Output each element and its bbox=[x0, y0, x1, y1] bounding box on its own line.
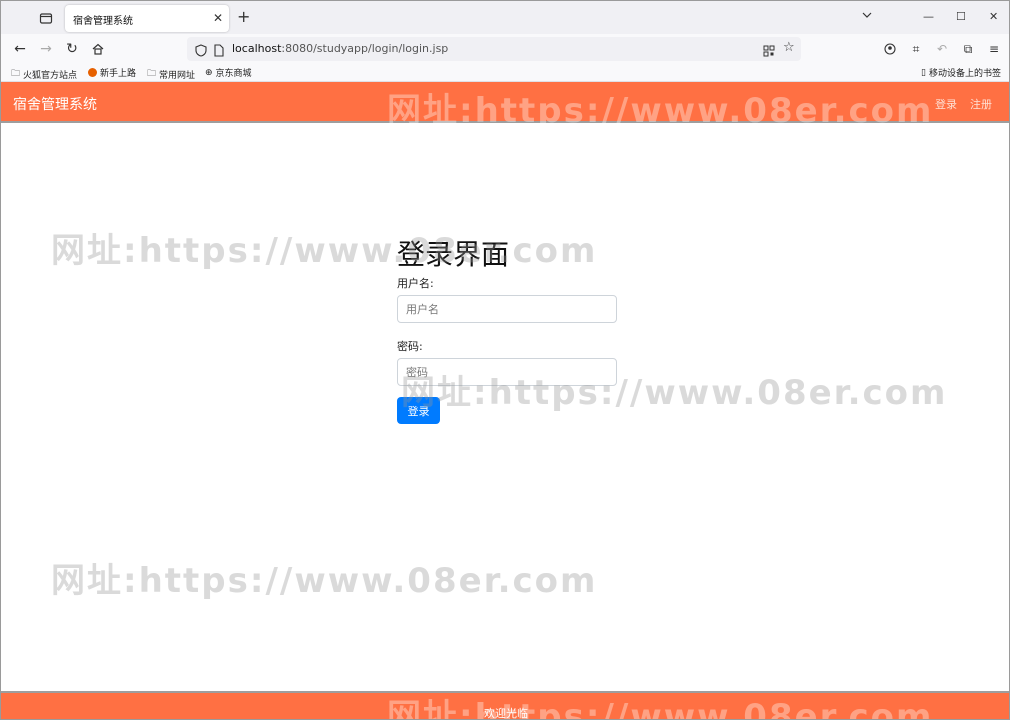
maximize-icon[interactable]: ☐ bbox=[956, 9, 966, 25]
shield-icon[interactable] bbox=[195, 42, 207, 61]
reload-icon[interactable]: ↻ bbox=[63, 40, 81, 58]
username-label: 用户名: bbox=[397, 277, 434, 290]
login-link[interactable]: 登录 bbox=[935, 96, 957, 112]
address-bar[interactable]: localhost:8080/studyapp/login/login.jsp … bbox=[187, 37, 801, 61]
crop-screenshot-icon[interactable]: ⌗ bbox=[907, 40, 925, 58]
qr-code-icon[interactable] bbox=[763, 42, 775, 61]
bookmarks-bar: 🗀 火狐官方站点 新手上路 🗀 常用网址 ⊕ 京东商城 ▯ 移动设备上的书签 bbox=[1, 63, 1009, 82]
bookmark-star-icon[interactable]: ☆ bbox=[783, 40, 795, 55]
bookmark-item[interactable]: 新手上路 bbox=[88, 66, 136, 79]
tab-title: 宿舍管理系统 bbox=[73, 16, 133, 27]
register-link[interactable]: 注册 bbox=[970, 96, 992, 112]
chevron-down-icon[interactable] bbox=[861, 9, 873, 26]
folder-icon: 🗀 bbox=[11, 69, 21, 79]
password-input[interactable] bbox=[397, 358, 617, 386]
home-icon[interactable] bbox=[89, 40, 107, 58]
login-button[interactable]: 登录 bbox=[397, 397, 440, 424]
url-text: localhost:8080/studyapp/login/login.jsp bbox=[232, 42, 449, 55]
bookmark-item[interactable]: 🗀 火狐官方站点 bbox=[11, 66, 77, 82]
nav-toolbar: ← → ↻ localhost:8080/studyapp/login/logi… bbox=[1, 34, 1009, 63]
new-tab-icon[interactable]: + bbox=[237, 8, 250, 26]
brand-title[interactable]: 宿舍管理系统 bbox=[13, 94, 97, 114]
globe-icon: ⊕ bbox=[205, 67, 213, 78]
active-tab[interactable]: 宿舍管理系统 ✕ bbox=[65, 5, 229, 32]
footer: 欢迎光临 bbox=[1, 691, 1009, 720]
minimize-icon[interactable]: — bbox=[923, 9, 934, 25]
page-title: 登录界面 bbox=[397, 238, 510, 271]
extensions-icon[interactable]: ⧉ bbox=[959, 40, 977, 58]
phone-icon: ▯ bbox=[921, 67, 926, 78]
app-header: 宿舍管理系统 登录 注册 bbox=[1, 82, 1009, 123]
mobile-bookmarks[interactable]: ▯ 移动设备上的书签 bbox=[921, 66, 1001, 80]
browser-window: 宿舍管理系统 ✕ + — ☐ ✕ ← → ↻ localhost:8080/st… bbox=[0, 0, 1010, 720]
undo-icon[interactable]: ↶ bbox=[933, 40, 951, 58]
tab-strip: 宿舍管理系统 ✕ + — ☐ ✕ bbox=[1, 1, 1009, 34]
close-tab-icon[interactable]: ✕ bbox=[213, 10, 223, 26]
tab-list-icon[interactable] bbox=[37, 9, 55, 27]
back-icon[interactable]: ← bbox=[11, 40, 29, 58]
bookmark-item[interactable]: 🗀 常用网址 bbox=[147, 66, 195, 82]
forward-icon[interactable]: → bbox=[37, 40, 55, 58]
account-icon[interactable] bbox=[881, 40, 899, 58]
username-input[interactable] bbox=[397, 295, 617, 323]
footer-text: 欢迎光临 bbox=[484, 707, 528, 720]
folder-icon: 🗀 bbox=[147, 69, 157, 79]
menu-icon[interactable]: ≡ bbox=[985, 40, 1003, 58]
main-content: 登录界面 用户名: 密码: 登录 bbox=[1, 123, 1009, 691]
bookmark-item[interactable]: ⊕ 京东商城 bbox=[205, 66, 252, 80]
window-close-icon[interactable]: ✕ bbox=[989, 9, 998, 25]
password-label: 密码: bbox=[397, 340, 423, 353]
page-icon bbox=[214, 42, 224, 61]
firefox-icon bbox=[88, 68, 97, 77]
